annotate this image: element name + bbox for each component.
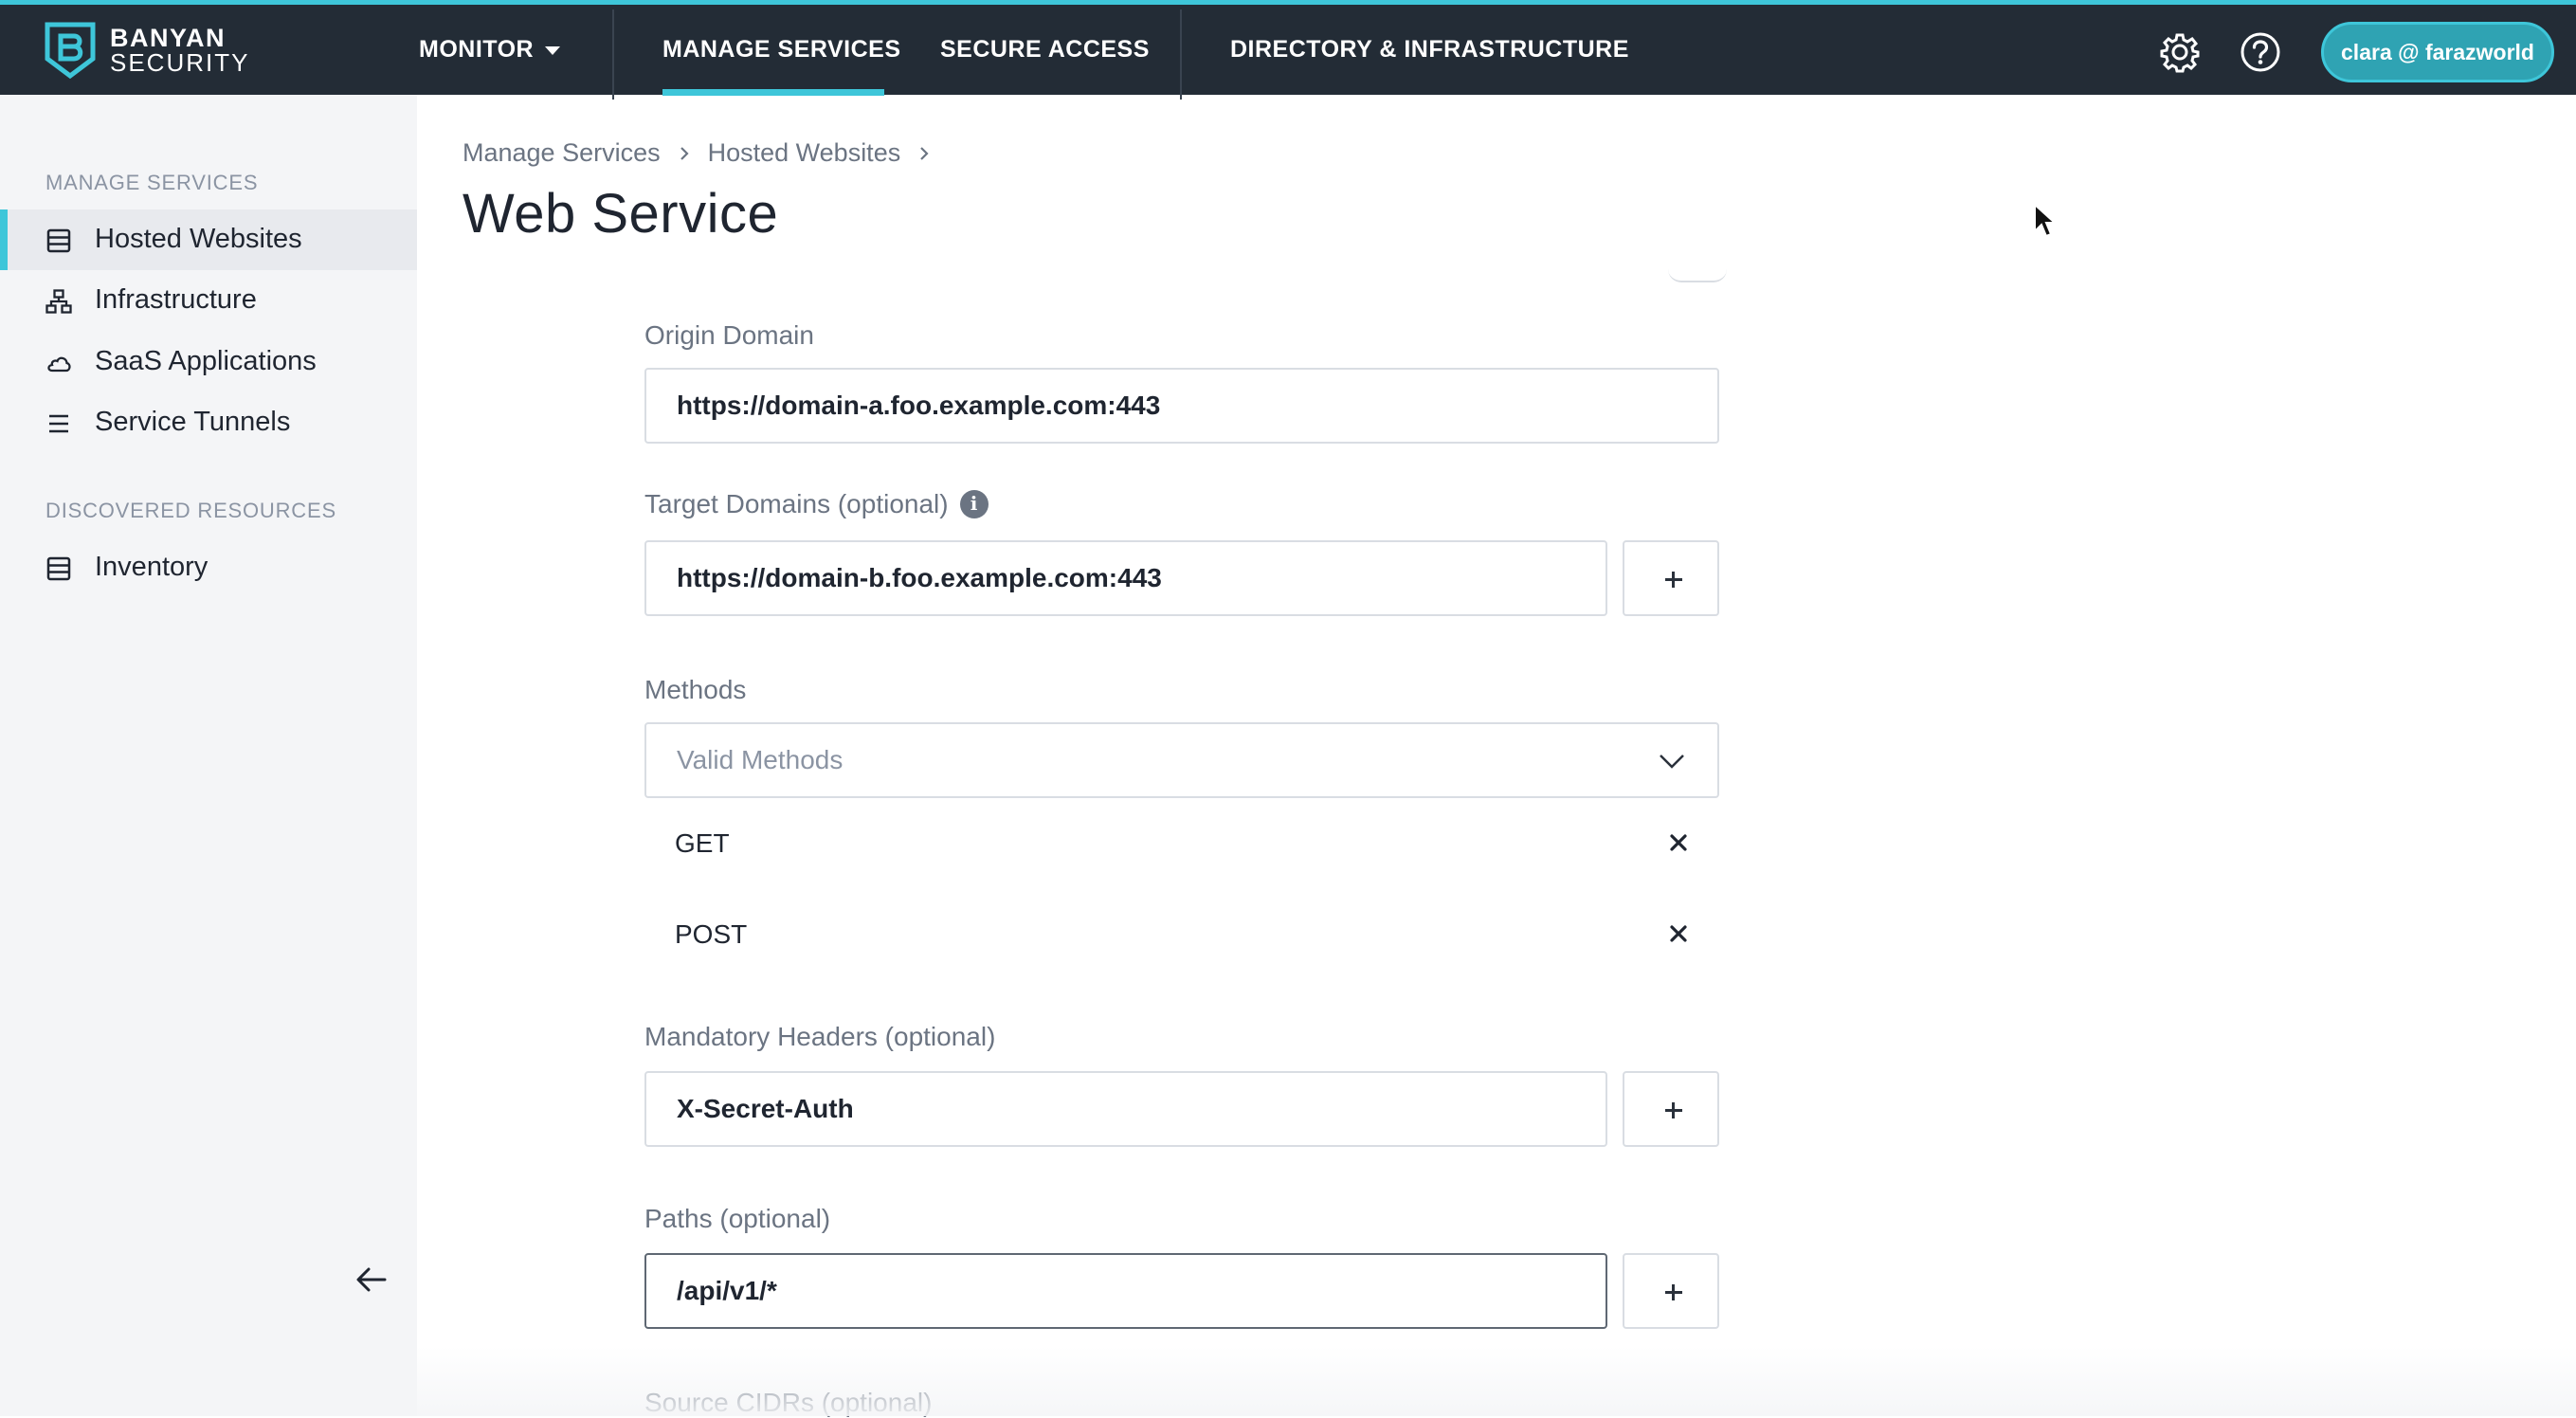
server-list-icon (46, 556, 71, 581)
add-path-button[interactable] (1623, 1253, 1719, 1329)
top-navigation-bar: BANYAN SECURITY MONITOR MANAGE SERVICES … (0, 0, 2576, 100)
chevron-down-icon (1660, 754, 1684, 769)
brand-name-line2: SECURITY (110, 48, 250, 77)
close-icon[interactable] (1668, 923, 1689, 944)
nav-monitor-dropdown[interactable]: MONITOR (419, 5, 561, 95)
sidebar-item-label: Service Tunnels (95, 407, 291, 437)
sidebar-section-heading: MANAGE SERVICES (45, 171, 259, 194)
caret-down-icon (545, 46, 561, 55)
methods-label: Methods (644, 675, 747, 704)
sidebar-item-label: Hosted Websites (95, 224, 302, 254)
chevron-right-icon (680, 146, 689, 160)
nav-divider (1180, 9, 1182, 100)
server-list-icon (46, 228, 71, 253)
question-circle-icon (2240, 32, 2280, 72)
settings-button[interactable] (2159, 31, 2201, 73)
breadcrumb-hosted-websites[interactable]: Hosted Websites (708, 138, 901, 168)
paths-label: Paths (optional) (644, 1204, 831, 1233)
active-item-indicator (0, 209, 8, 270)
add-target-domain-button[interactable] (1623, 540, 1719, 616)
origin-domain-label: Origin Domain (644, 320, 814, 350)
mandatory-headers-label: Mandatory Headers (optional) (644, 1022, 996, 1051)
breadcrumb-manage-services[interactable]: Manage Services (463, 138, 661, 168)
nav-divider (612, 9, 614, 100)
sidebar-item-label: Infrastructure (95, 284, 257, 315)
sidebar-item-service-tunnels[interactable]: Service Tunnels (0, 392, 417, 453)
nav-monitor-label: MONITOR (419, 36, 535, 63)
mouse-pointer-icon (2034, 203, 2058, 238)
source-cidrs-label: Source CIDRs (optional) (644, 1388, 933, 1417)
target-domains-label: Target Domains (optional) (644, 489, 989, 519)
sidebar-item-infrastructure[interactable]: Infrastructure (0, 270, 417, 331)
add-mandatory-header-button[interactable] (1623, 1071, 1719, 1147)
breadcrumb: Manage Services Hosted Websites (463, 138, 948, 168)
arrow-left-icon (356, 1267, 387, 1292)
paths-input[interactable]: /api/v1/* (644, 1253, 1607, 1329)
brand-name-line1: BANYAN (110, 24, 227, 52)
sidebar-item-label: SaaS Applications (95, 346, 317, 376)
sidebar-item-inventory[interactable]: Inventory (0, 537, 417, 598)
nav-directory-infrastructure[interactable]: DIRECTORY & INFRASTRUCTURE (1230, 5, 1629, 95)
mandatory-headers-input[interactable]: X-Secret-Auth (644, 1071, 1607, 1147)
target-domains-input[interactable]: https://domain-b.foo.example.com:443 (644, 540, 1607, 616)
nav-manage-services[interactable]: MANAGE SERVICES (662, 5, 901, 95)
chevron-right-icon (920, 146, 929, 160)
methods-select-placeholder: Valid Methods (677, 745, 844, 774)
selected-method-get: GET (644, 806, 1719, 882)
sidebar: MANAGE SERVICES Hosted Websites Infrastr… (0, 95, 417, 1416)
sidebar-item-label: Inventory (95, 552, 209, 582)
active-nav-indicator (662, 89, 884, 96)
network-icon (45, 289, 72, 314)
collapse-sidebar-button[interactable] (353, 1263, 390, 1297)
page-title: Web Service (463, 183, 779, 245)
selected-method-post: POST (644, 897, 1719, 973)
method-label: POST (675, 919, 748, 949)
lines-icon (49, 414, 68, 433)
method-label: GET (675, 828, 730, 858)
scrolled-element-edge (1668, 269, 1727, 282)
banyan-shield-icon (45, 22, 96, 80)
user-menu-button[interactable]: clara @ farazworld (2321, 22, 2554, 82)
close-icon[interactable] (1668, 832, 1689, 853)
methods-select[interactable]: Valid Methods (644, 722, 1719, 798)
nav-secure-access[interactable]: SECURE ACCESS (940, 5, 1150, 95)
banyan-logo[interactable]: BANYAN SECURITY (42, 21, 250, 80)
help-button[interactable] (2240, 31, 2281, 73)
gear-icon (2160, 33, 2200, 73)
cloud-icon (47, 356, 71, 373)
sidebar-section-heading: DISCOVERED RESOURCES (45, 499, 336, 522)
sidebar-item-hosted-websites[interactable]: Hosted Websites (0, 209, 417, 270)
target-domains-label-text: Target Domains (optional) (644, 489, 949, 518)
origin-domain-input[interactable]: https://domain-a.foo.example.com:443 (644, 368, 1719, 444)
info-icon[interactable] (959, 490, 989, 518)
sidebar-item-saas-applications[interactable]: SaaS Applications (0, 332, 417, 392)
